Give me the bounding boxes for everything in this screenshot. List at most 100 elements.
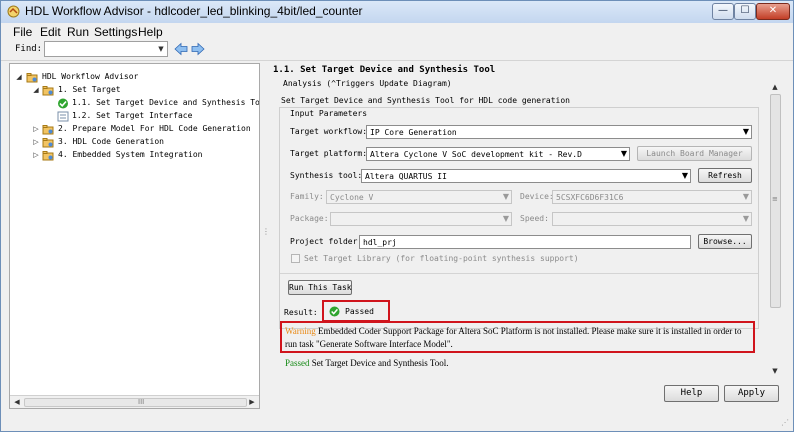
target-workflow-label: Target workflow: [290, 127, 368, 136]
menu-edit[interactable]: Edit [40, 25, 61, 39]
target-platform-value: Altera Cyclone V SoC development kit - R… [370, 150, 582, 159]
chevron-down-icon: ▼ [502, 214, 509, 223]
find-dropdown-icon[interactable]: ▼ [155, 42, 167, 56]
passed-message: Passed Set Target Device and Synthesis T… [285, 358, 448, 368]
synthesis-tool-value: Altera QUARTUS II [365, 172, 447, 181]
browse-button[interactable]: Browse... [698, 234, 752, 249]
run-this-task-button[interactable]: Run This Task [288, 280, 352, 295]
scroll-down-icon[interactable]: ▼ [770, 366, 780, 376]
tree-item-label: 3. HDL Code Generation [58, 137, 164, 146]
package-label: Package: [290, 214, 329, 223]
device-label: Device: [520, 192, 554, 201]
minimize-button[interactable]: — [712, 3, 734, 20]
task-description: Set Target Device and Synthesis Tool for… [281, 96, 570, 105]
folder-icon [42, 138, 54, 148]
arrow-left-icon[interactable] [174, 42, 188, 56]
synthesis-tool-select[interactable]: Altera QUARTUS II ▼ [361, 169, 691, 183]
device-select[interactable]: 5CSXFC6D6F31C6 ▼ [552, 190, 752, 204]
help-button[interactable]: Help [664, 385, 719, 402]
chevron-down-icon: ▼ [742, 127, 749, 136]
warning-message: Warning Embedded Coder Support Package f… [285, 325, 755, 351]
tree-item-label: 4. Embedded System Integration [58, 150, 203, 159]
folder-icon [42, 151, 54, 161]
chevron-down-icon: ▼ [681, 171, 688, 180]
folder-icon [42, 125, 54, 135]
tree-expander[interactable]: ▷ [32, 151, 40, 159]
window-title: HDL Workflow Advisor - hdlcoder_led_blin… [25, 4, 363, 18]
chevron-down-icon: ▼ [620, 149, 627, 158]
menu-settings[interactable]: Settings [94, 25, 137, 39]
speed-select[interactable]: ▼ [552, 212, 752, 226]
tree-horizontal-scrollbar[interactable]: ◀ III ▶ [10, 395, 259, 408]
task-tree: ◢ HDL Workflow Advisor ◢ 1. Set Target 1… [9, 63, 260, 409]
refresh-button[interactable]: Refresh [698, 168, 752, 183]
tree-item-label: 1. Set Target [58, 85, 121, 94]
scroll-right-icon[interactable]: ▶ [247, 397, 257, 407]
scroll-left-icon[interactable]: ◀ [12, 397, 22, 407]
target-platform-select[interactable]: Altera Cyclone V SoC development kit - R… [366, 147, 630, 161]
tree-item-label: HDL Workflow Advisor [42, 72, 139, 81]
package-select[interactable]: ▼ [330, 212, 512, 226]
maximize-button[interactable]: ☐ [734, 3, 756, 20]
project-folder-input[interactable]: hdl_prj [359, 235, 691, 249]
folder-icon [42, 86, 54, 96]
detail-vertical-scrollbar[interactable]: ▲ ≡ ▼ [768, 81, 782, 377]
panel-divider [280, 273, 758, 274]
speed-label: Speed: [520, 214, 549, 223]
check-passed-icon [58, 98, 68, 109]
tree-expander[interactable]: ▷ [32, 125, 40, 133]
set-target-library-checkbox[interactable] [291, 254, 300, 263]
target-workflow-select[interactable]: IP Core Generation ▼ [366, 125, 752, 139]
matlab-app-icon [7, 5, 20, 18]
tree-item-label: 1.1. Set Target Device and Synthesis Too… [72, 98, 259, 107]
synthesis-tool-label: Synthesis tool: [290, 171, 363, 180]
task-heading: 1.1. Set Target Device and Synthesis Too… [273, 65, 496, 75]
scrollbar-grip: ≡ [772, 195, 778, 203]
close-button[interactable]: ✕ [756, 3, 790, 20]
scrollbar-thumb[interactable]: ≡ [770, 94, 781, 308]
warning-text: Embedded Coder Support Package for Alter… [285, 326, 742, 349]
find-input[interactable]: ▼ [44, 41, 168, 57]
scrollbar-thumb[interactable]: III [24, 398, 247, 407]
hdl-workflow-advisor-window: HDL Workflow Advisor - hdlcoder_led_blin… [0, 0, 794, 432]
menu-bar: File Edit Run Settings Help [1, 23, 793, 40]
result-value: Passed [345, 307, 374, 316]
launch-board-manager-button[interactable]: Launch Board Manager [637, 146, 752, 161]
menu-help[interactable]: Help [138, 25, 163, 39]
passed-word: Passed [285, 358, 310, 368]
apply-button[interactable]: Apply [724, 385, 779, 402]
tree-expander[interactable]: ▷ [32, 138, 40, 146]
target-workflow-value: IP Core Generation [370, 128, 457, 137]
tree-expander[interactable]: ◢ [15, 73, 23, 81]
tree-expander[interactable]: ◢ [32, 86, 40, 94]
menu-run[interactable]: Run [67, 25, 89, 39]
resize-grip-icon[interactable]: ⋰ [781, 418, 789, 427]
device-value: 5CSXFC6D6F31C6 [556, 193, 624, 202]
pane-splitter-handle[interactable]: ⋮ [262, 227, 270, 236]
input-parameters-panel: Input Parameters Target workflow: IP Cor… [279, 107, 759, 329]
family-label: Family: [290, 192, 324, 201]
find-label: Find: [15, 44, 43, 54]
tree-item-label: 1.2. Set Target Interface [72, 111, 193, 120]
tree-item-label: 2. Prepare Model For HDL Code Generation [58, 124, 251, 133]
project-folder-value: hdl_prj [363, 238, 397, 247]
arrow-right-icon[interactable] [191, 42, 205, 56]
chevron-down-icon: ▼ [742, 214, 749, 223]
passed-text: Set Target Device and Synthesis Tool. [311, 358, 449, 368]
warning-word: Warning [285, 326, 316, 336]
analysis-label: Analysis (^Triggers Update Diagram) [283, 79, 452, 88]
check-passed-icon [329, 306, 340, 317]
result-label: Result: [284, 308, 318, 317]
input-parameters-title: Input Parameters [290, 109, 368, 118]
family-value: Cyclone V [330, 193, 374, 202]
find-toolbar: Find: ▼ [1, 40, 793, 61]
scrollbar-grip: III [138, 398, 145, 406]
family-select[interactable]: Cyclone V ▼ [326, 190, 512, 204]
project-folder-label: Project folder: [290, 237, 363, 246]
folder-icon [26, 73, 38, 83]
task-icon [57, 111, 69, 122]
task-detail-pane: 1.1. Set Target Device and Synthesis Too… [269, 61, 767, 377]
scroll-up-icon[interactable]: ▲ [770, 82, 780, 92]
menu-file[interactable]: File [13, 25, 32, 39]
chevron-down-icon: ▼ [742, 192, 749, 201]
